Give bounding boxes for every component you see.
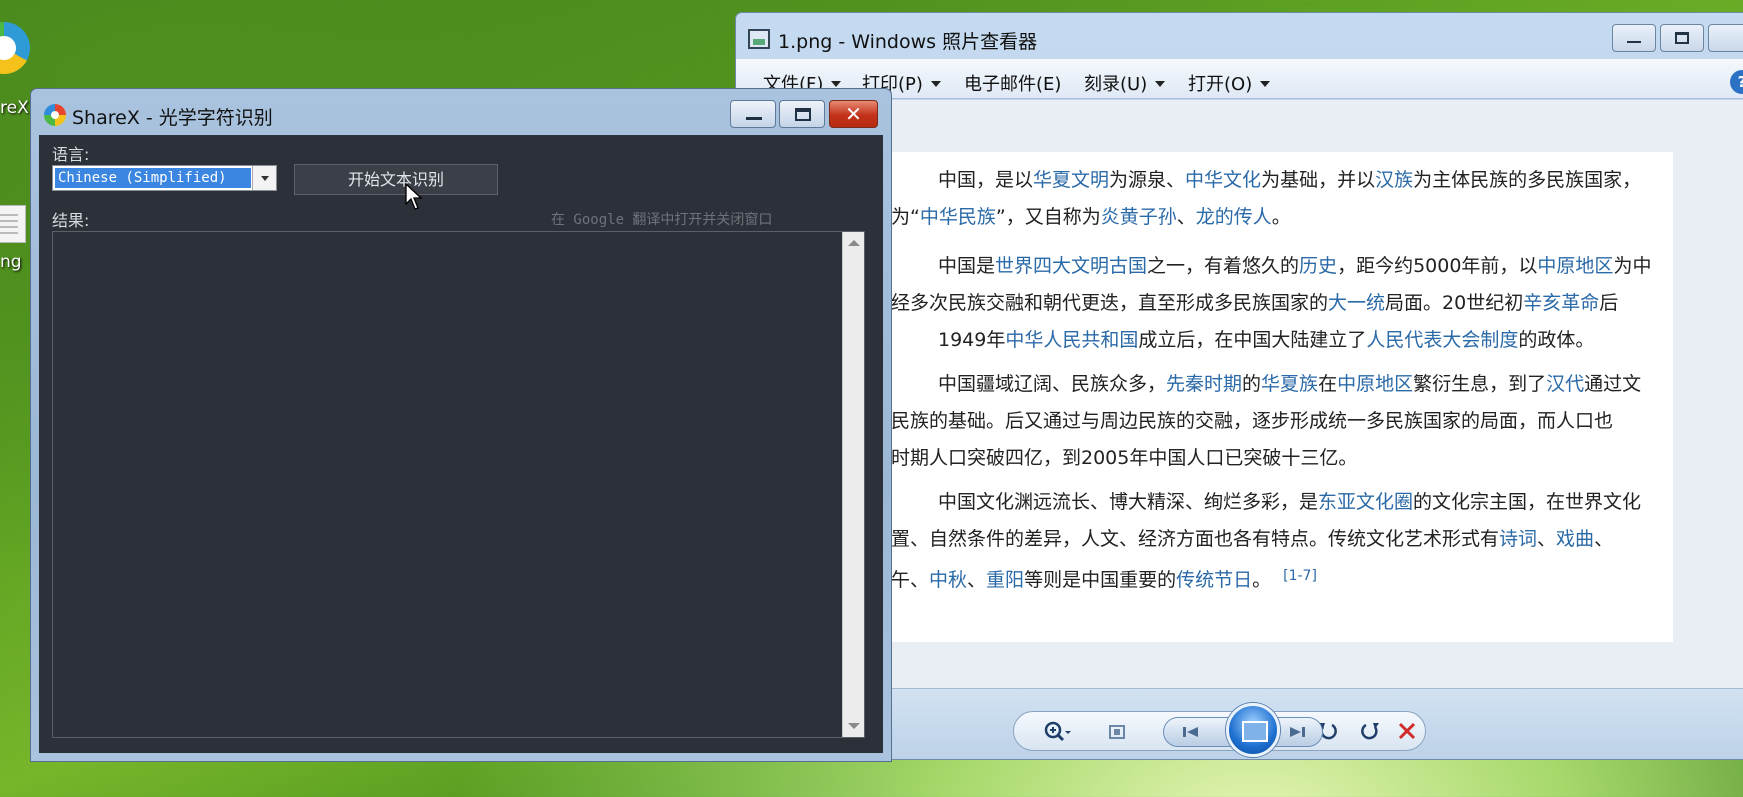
text-line: 为“中华民族”，又自称为炎黄子孙、龙的传人。: [891, 206, 1291, 228]
maximize-icon: [795, 108, 811, 121]
text-line: 经多次民族交融和朝代更迭，直至形成多民族国家的大一统局面。20世纪初辛亥革命后: [891, 292, 1619, 314]
chevron-down-icon: [930, 81, 941, 87]
menu-label: 打开(O): [1188, 74, 1253, 95]
paragraph-4: 中国文化渊远流长、博大精深、绚烂多彩，是东亚文化圈的文化宗主国，在世界文化 置、…: [891, 484, 1651, 599]
delete-icon: [1398, 722, 1416, 740]
chevron-down-icon: [1260, 81, 1271, 87]
menu-burn[interactable]: 刻录(U): [1084, 70, 1166, 96]
google-translate-link[interactable]: 在 Google 翻译中打开并关闭窗口: [551, 209, 772, 229]
paragraph-1: 中国，是以华夏文明为源泉、中华文化为基础，并以汉族为主体民族的多民族国家， 为“…: [891, 162, 1651, 236]
paragraph-3: 中国疆域辽阔、民族众多，先秦时期的华夏族在中原地区繁衍生息，到了汉代通过文 民族…: [891, 366, 1651, 477]
sharex-desktop-icon[interactable]: [0, 22, 30, 74]
menu-email[interactable]: 电子邮件(E): [964, 70, 1061, 96]
start-ocr-button[interactable]: 开始文本识别: [294, 164, 498, 195]
zoom-button[interactable]: [1042, 719, 1072, 752]
language-selected-value: Chinese (Simplified): [55, 168, 251, 188]
text-line: 中国是世界四大文明古国之一，有着悠久的历史，距今约5000年前，以中原地区为中: [938, 255, 1651, 277]
sharex-icon: [44, 104, 66, 126]
photo-viewer-icon: [748, 29, 770, 49]
chevron-down-icon: [831, 81, 842, 87]
next-icon: [1290, 727, 1305, 737]
menu-label: 刻录(U): [1084, 74, 1148, 95]
close-icon: ✕: [845, 102, 862, 126]
next-button[interactable]: [1282, 719, 1312, 752]
delete-button[interactable]: [1392, 719, 1422, 752]
result-label: 结果:: [52, 211, 90, 230]
minimize-button[interactable]: [730, 100, 776, 128]
maximize-button[interactable]: [1660, 24, 1704, 52]
scroll-up-icon[interactable]: [848, 240, 860, 246]
chevron-down-icon[interactable]: [252, 166, 276, 190]
actual-size-button[interactable]: [1102, 719, 1132, 752]
menu-label: 电子邮件(E): [964, 74, 1062, 95]
minimize-icon: [1627, 41, 1641, 43]
text-line: 中国疆域辽阔、民族众多，先秦时期的华夏族在中原地区繁衍生息，到了汉代通过文: [938, 373, 1642, 395]
language-select[interactable]: Chinese (Simplified): [52, 165, 277, 191]
fit-window-icon: [1109, 725, 1125, 739]
ocr-panel: 语言: Chinese (Simplified) 开始文本识别 结果: 在 Go…: [39, 135, 883, 753]
text-line: 中国，是以华夏文明为源泉、中华文化为基础，并以汉族为主体民族的多民族国家，: [938, 169, 1642, 191]
rotate-cw-button[interactable]: [1354, 719, 1384, 752]
file-desktop-icon[interactable]: [0, 205, 26, 243]
text-line: 民族的基础。后又通过与周边民族的交融，逐步形成统一多民族国家的局面，而人口也: [891, 410, 1614, 432]
slideshow-button[interactable]: [1226, 703, 1280, 757]
rotate-cw-icon: [1361, 723, 1379, 740]
scroll-down-icon[interactable]: [848, 723, 860, 729]
chevron-down-icon: [1155, 81, 1166, 87]
window-title: ShareX - 光学字符识别: [72, 107, 273, 129]
text-line: 中国文化渊远流长、博大精深、绚烂多彩，是东亚文化圈的文化宗主国，在世界文化: [938, 491, 1642, 513]
text-line: 1949年中华人民共和国成立后，在中国大陆建立了人民代表大会制度的政体。: [938, 329, 1595, 351]
displayed-image: 中国，是以华夏文明为源泉、中华文化为基础，并以汉族为主体民族的多民族国家， 为“…: [891, 152, 1673, 642]
vertical-scrollbar[interactable]: [842, 232, 864, 737]
zoom-icon: [1044, 721, 1071, 742]
reference-link: [1-7]: [1283, 568, 1317, 584]
text-line: 午、中秋、重阳等则是中国重要的传统节日。 [1-7]: [891, 568, 1317, 591]
previous-icon: [1183, 727, 1198, 737]
desktop-icon-label: ng: [0, 252, 22, 272]
result-textarea[interactable]: [52, 231, 865, 738]
sharex-ocr-window: ShareX - 光学字符识别 ✕ 语言: Chinese (Simplifie…: [30, 88, 892, 762]
desktop-icon-label: reX: [0, 98, 29, 118]
paragraph-2: 中国是世界四大文明古国之一，有着悠久的历史，距今约5000年前，以中原地区为中 …: [891, 248, 1651, 359]
text-line: 置、自然条件的差异，人文、经济方面也各有特点。传统文化艺术形式有诗词、戏曲、: [891, 528, 1614, 550]
close-button[interactable]: [1708, 24, 1743, 52]
maximize-icon: [1675, 32, 1689, 44]
language-label: 语言:: [52, 145, 90, 164]
maximize-button[interactable]: [779, 100, 825, 128]
minimize-icon: [746, 117, 762, 120]
menu-open[interactable]: 打开(O): [1188, 70, 1271, 96]
text-line: 时期人口突破四亿，到2005年中国人口已突破十三亿。: [891, 447, 1358, 469]
close-button[interactable]: ✕: [829, 100, 878, 128]
minimize-button[interactable]: [1612, 24, 1656, 52]
window-title: 1.png - Windows 照片查看器: [778, 31, 1038, 53]
previous-button[interactable]: [1176, 719, 1206, 752]
